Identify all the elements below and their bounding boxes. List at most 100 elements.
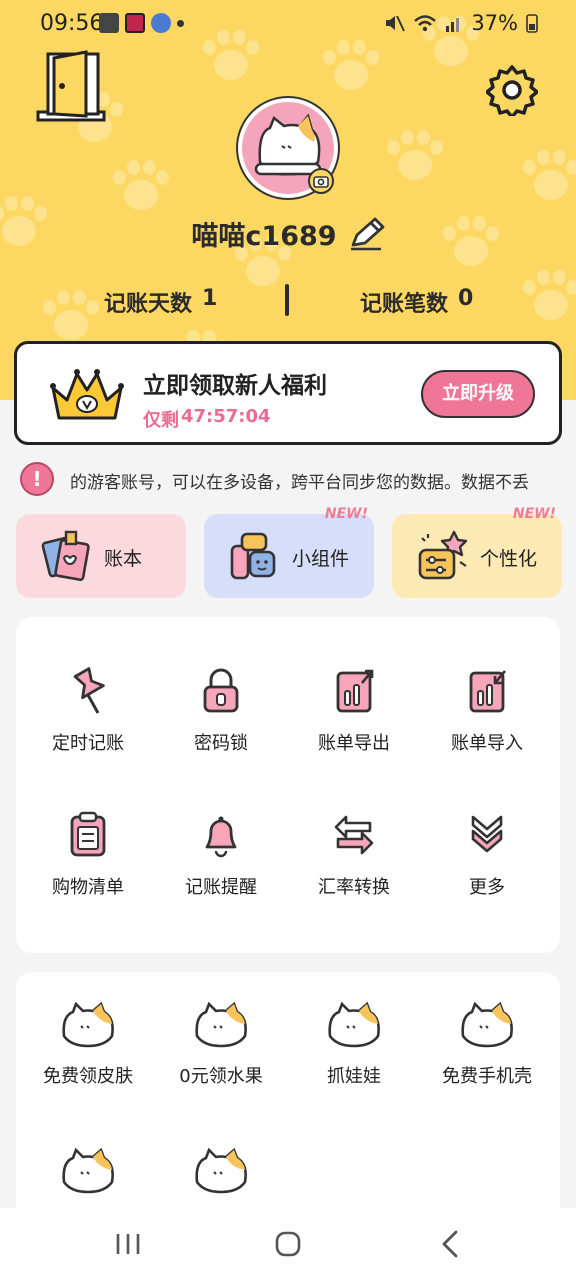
account-book-icon [41,530,90,581]
reward-label: 0元领水果 [179,1066,263,1087]
tile-widgets[interactable]: NEW! 小组件 [204,506,374,598]
profile-header: 09:56 37% 喵喵c1689 记账天数 1 记账笔数 0 [0,0,576,400]
tile-label-widgets: 小组件 [292,548,350,570]
tools-card: 定时记账 密码锁 账单导出 账单导入 购物清单 记账提醒 汇率转换 更多 [16,617,560,953]
stat-days-label: 记账天数 [104,292,193,317]
tool-label: 汇率转换 [318,877,390,898]
reward-free-skin[interactable]: 免费领皮肤 [20,1002,156,1088]
tool-label: 购物清单 [52,877,124,898]
clipboard-icon [70,811,106,857]
cat-icon [328,1002,380,1048]
app-notification-icon [151,13,171,33]
tile-account-books[interactable]: 账本 [16,514,186,598]
system-indicators: 37% [383,11,538,35]
alert-icon: ! [20,462,54,496]
avatar[interactable] [238,98,338,198]
tool-label: 更多 [469,877,505,898]
lock-icon [203,668,239,713]
tile-personalize[interactable]: NEW! 个性化 [392,506,562,598]
status-time: 09:56 [40,11,104,36]
promo-card[interactable]: 立即领取新人福利 仅剩 47:57:04 立即升级 [14,341,562,445]
recent-apps-icon[interactable] [98,1226,158,1262]
video-app-icon [125,13,145,33]
tile-label-account-books: 账本 [104,548,143,570]
battery-icon [526,14,538,33]
guest-notice[interactable]: ! 的游客账号，可以在多设备，跨平台同步您的数据。数据不丢 [20,458,576,500]
stat-count: 记账笔数 0 [360,286,473,318]
import-icon [469,670,506,713]
free-rewards-card: 免费领皮肤 0元领水果 抓娃娃 免费手机壳 [16,972,560,1232]
tool-currency-exchange[interactable]: 汇率转换 [286,811,422,899]
paw-decoration [320,40,382,94]
stat-days-value: 1 [202,286,218,311]
promo-timer-value: 47:57:04 [181,406,271,427]
edit-pencil-icon[interactable] [347,217,385,251]
paw-decoration [520,150,576,204]
tool-reminder[interactable]: 记账提醒 [153,811,289,899]
stats-row: 记账天数 1 记账笔数 0 [0,282,576,322]
cat-icon [461,1002,513,1048]
tile-label-personalize: 个性化 [480,548,538,570]
exchange-icon [334,815,374,855]
tool-scheduled-entry[interactable]: 定时记账 [20,667,156,755]
reward-claw-machine[interactable]: 抓娃娃 [286,1002,422,1088]
paw-decoration [110,160,172,214]
promo-timer: 仅剩 47:57:04 [143,406,271,432]
door-icon[interactable] [36,50,106,122]
gear-icon[interactable] [486,64,538,116]
new-badge: NEW! [512,506,556,522]
personalize-icon [418,530,468,580]
mute-icon [386,15,406,32]
tool-label: 记账提醒 [185,877,257,898]
tool-shopping-list[interactable]: 购物清单 [20,811,156,899]
stat-count-label: 记账笔数 [360,292,449,317]
system-nav-bar [0,1208,576,1280]
cat-icon [195,1148,247,1194]
tool-bill-export[interactable]: 账单导出 [286,667,422,755]
signal-icon [446,18,460,32]
tool-label: 密码锁 [194,733,248,754]
reward-free-fruit[interactable]: 0元领水果 [153,1002,289,1088]
status-bar: 09:56 37% [0,0,576,48]
bell-icon [205,816,237,858]
stat-days: 记账天数 1 [104,286,217,318]
upgrade-button[interactable]: 立即升级 [421,370,535,418]
cat-icon [62,1002,114,1048]
promo-title: 立即领取新人福利 [143,373,327,399]
tool-more[interactable]: 更多 [419,811,555,899]
export-icon [336,669,374,713]
promo-timer-prefix: 仅剩 [143,410,179,431]
home-icon[interactable] [258,1226,318,1262]
paw-decoration [384,130,446,184]
reward-label: 抓娃娃 [327,1066,381,1087]
stats-divider [285,284,289,316]
tool-bill-import[interactable]: 账单导入 [419,667,555,755]
tool-label: 账单导出 [318,733,390,754]
battery-percent: 37% [471,11,518,35]
username: 喵喵c1689 [191,221,337,252]
pin-icon [73,667,105,714]
back-icon[interactable] [420,1226,480,1262]
wifi-icon [414,15,437,32]
reward-label: 免费手机壳 [442,1066,532,1087]
reward-item[interactable] [153,1148,289,1208]
username-row: 喵喵c1689 [0,214,576,253]
vip-crown-icon [50,369,124,420]
tool-label: 账单导入 [451,733,523,754]
stat-count-value: 0 [458,286,474,311]
chevrons-down-icon [471,815,503,853]
cat-icon [195,1002,247,1048]
new-badge: NEW! [324,506,368,522]
reward-item[interactable] [20,1148,156,1208]
notification-icons [99,13,184,33]
tool-password-lock[interactable]: 密码锁 [153,667,289,755]
camera-icon[interactable] [308,168,334,194]
gallery-icon [99,13,119,33]
widgets-icon [230,532,276,580]
notice-text: 的游客账号，可以在多设备，跨平台同步您的数据。数据不丢 [70,473,529,493]
reward-free-phone-case[interactable]: 免费手机壳 [419,1002,555,1088]
cat-icon [62,1148,114,1194]
more-notifications-dot [177,19,184,27]
reward-label: 免费领皮肤 [43,1066,133,1087]
tool-label: 定时记账 [52,733,124,754]
